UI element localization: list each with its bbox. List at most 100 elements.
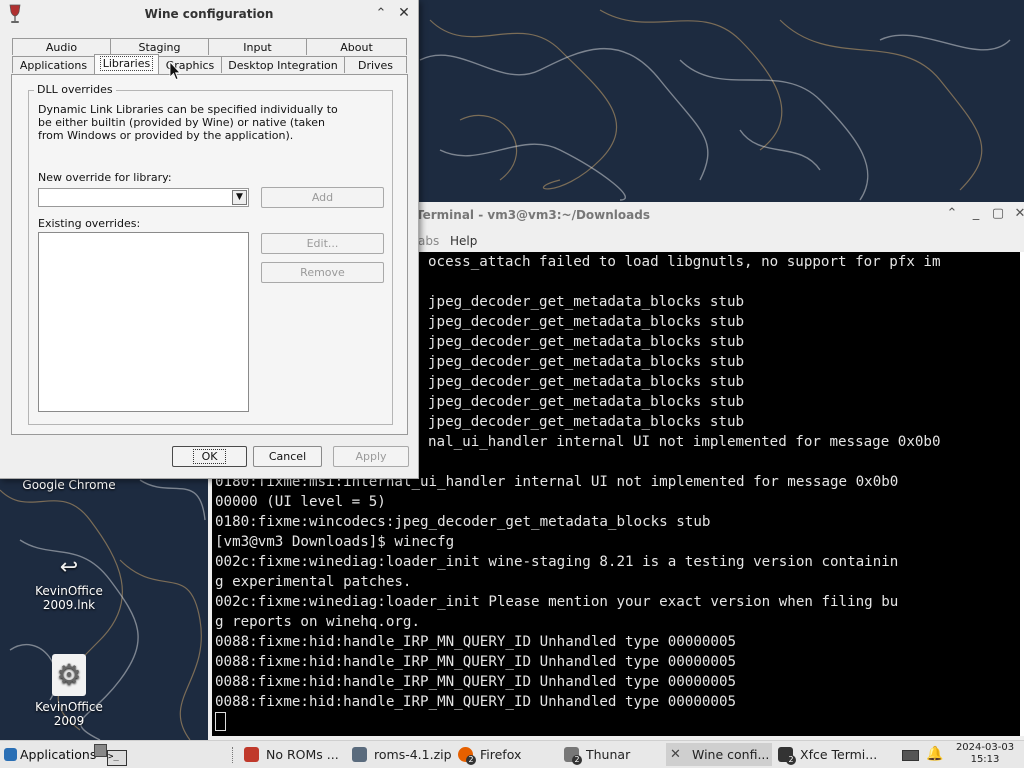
terminal-line: g experimental patches. bbox=[215, 574, 412, 590]
terminal-line: [vm3@vm3 Downloads]$ winecfg bbox=[215, 534, 455, 550]
terminal-line: g reports on winehq.org. bbox=[215, 614, 420, 630]
tab-label: Staging bbox=[138, 41, 181, 54]
task-label: Xfce Termi... bbox=[800, 747, 878, 762]
tab-desktop-integration[interactable]: Desktop Integration bbox=[221, 56, 345, 73]
wine-config-window[interactable]: Wine configuration ⌃ ✕ Audio Staging Inp… bbox=[0, 0, 419, 479]
task-label: No ROMs ... bbox=[266, 747, 339, 762]
close-icon[interactable]: ✕ bbox=[396, 5, 412, 21]
battery-icon[interactable] bbox=[902, 750, 919, 761]
wine-titlebar[interactable]: Wine configuration ⌃ ✕ bbox=[0, 0, 418, 28]
tab-label: About bbox=[340, 41, 373, 54]
xfce-logo-icon bbox=[4, 748, 17, 761]
wine-window-title: Wine configuration bbox=[144, 7, 274, 21]
apply-button[interactable]: Apply bbox=[333, 446, 409, 467]
task-thunar[interactable]: 2 Thunar bbox=[560, 743, 662, 766]
terminal-line: 0088:fixme:hid:handle_IRP_MN_QUERY_ID Un… bbox=[215, 634, 737, 650]
library-combo[interactable]: ▼ bbox=[38, 188, 249, 207]
task-label: Thunar bbox=[586, 747, 631, 762]
clock-time: 15:13 bbox=[970, 754, 1000, 765]
desktop-icon-kevinoffice-lnk[interactable]: ↩ KevinOffice 2009.lnk bbox=[14, 555, 124, 613]
game-icon bbox=[244, 747, 259, 762]
existing-overrides-list[interactable] bbox=[38, 232, 249, 412]
remove-button[interactable]: Remove bbox=[261, 262, 384, 283]
desktop-icon-label: KevinOffice 2009 bbox=[35, 700, 103, 728]
terminal-line: 0088:fixme:hid:handle_IRP_MN_QUERY_ID Un… bbox=[215, 694, 737, 710]
ok-button[interactable]: OK bbox=[172, 446, 247, 467]
group-title: DLL overrides bbox=[34, 83, 116, 96]
cancel-button[interactable]: Cancel bbox=[253, 446, 322, 467]
task-firefox[interactable]: 2 Firefox bbox=[454, 743, 556, 766]
link-arrow-icon: ↩ bbox=[59, 555, 79, 580]
remove-button-label: Remove bbox=[300, 266, 345, 279]
minimize-icon[interactable]: _ bbox=[968, 206, 984, 222]
desktop-icon-label: Google Chrome bbox=[22, 478, 116, 492]
notification-bell-icon[interactable]: 🔔 bbox=[926, 745, 943, 763]
tab-label: Audio bbox=[45, 41, 78, 54]
chevron-down-icon[interactable]: ▼ bbox=[232, 190, 247, 205]
edit-button-label: Edit... bbox=[306, 237, 339, 250]
terminal-line: 0088:fixme:hid:handle_IRP_MN_QUERY_ID Un… bbox=[215, 674, 737, 690]
new-override-label: New override for library: bbox=[38, 171, 172, 184]
menu-help[interactable]: Help bbox=[450, 234, 477, 248]
window-count-badge: 2 bbox=[786, 755, 796, 765]
gear-icon: ⚙ bbox=[52, 654, 86, 696]
shade-icon[interactable]: ⌃ bbox=[944, 206, 960, 222]
tab-applications[interactable]: Applications bbox=[12, 56, 95, 73]
applications-label: Applications bbox=[20, 747, 97, 762]
task-no-roms[interactable]: No ROMs ... bbox=[240, 743, 348, 766]
cancel-button-label: Cancel bbox=[268, 450, 307, 463]
wine-tools-icon: ✕ bbox=[670, 747, 681, 762]
terminal-scrollbar[interactable] bbox=[1020, 252, 1024, 736]
task-xfce-terminal[interactable]: 2 Xfce Termi... bbox=[774, 743, 884, 766]
existing-overrides-label: Existing overrides: bbox=[38, 217, 141, 230]
terminal-launcher-icon[interactable]: >_ bbox=[107, 750, 127, 766]
terminal-line bbox=[215, 712, 941, 734]
task-wine-config[interactable]: ✕ Wine confi... bbox=[666, 743, 772, 766]
terminal-line: 0180:fixme:wincodecs:jpeg_decoder_get_me… bbox=[215, 514, 711, 530]
desktop-icon-kevinoffice[interactable]: ⚙ KevinOffice 2009 bbox=[14, 654, 124, 728]
shade-icon[interactable]: ⌃ bbox=[373, 6, 389, 22]
taskbar-separator bbox=[232, 747, 235, 763]
terminal-line: 002c:fixme:winediag:loader_init Please m… bbox=[215, 594, 899, 610]
tab-libraries[interactable]: Libraries bbox=[94, 54, 159, 74]
window-count-badge: 2 bbox=[466, 755, 476, 765]
tab-audio[interactable]: Audio bbox=[12, 38, 111, 55]
tab-label: Drives bbox=[357, 59, 394, 72]
tab-drives[interactable]: Drives bbox=[344, 56, 407, 73]
task-label: Firefox bbox=[480, 747, 522, 762]
archive-icon bbox=[352, 747, 367, 762]
clock-date: 2024-03-03 bbox=[955, 742, 1015, 753]
edit-button[interactable]: Edit... bbox=[261, 233, 384, 254]
show-desktop-icon[interactable] bbox=[94, 744, 107, 757]
tab-about[interactable]: About bbox=[306, 38, 407, 55]
tab-staging[interactable]: Staging bbox=[110, 38, 209, 55]
tab-label: Desktop Integration bbox=[228, 59, 338, 72]
maximize-icon[interactable]: ▢ bbox=[990, 206, 1006, 222]
terminal-cursor bbox=[215, 712, 226, 731]
terminal-line: 0088:fixme:hid:handle_IRP_MN_QUERY_ID Un… bbox=[215, 654, 737, 670]
close-icon[interactable]: ✕ bbox=[1012, 206, 1024, 222]
tab-label: Applications bbox=[19, 59, 88, 72]
tab-graphics[interactable]: Graphics bbox=[158, 56, 222, 73]
menu-tabs[interactable]: abs bbox=[418, 234, 439, 248]
desktop-icon-google-chrome[interactable]: Google Chrome bbox=[14, 478, 124, 492]
task-roms-zip[interactable]: roms-4.1.zip bbox=[348, 743, 452, 766]
tab-label: Input bbox=[243, 41, 272, 54]
add-button-label: Add bbox=[311, 191, 334, 204]
task-label: roms-4.1.zip bbox=[374, 747, 452, 762]
terminal-line: 002c:fixme:winediag:loader_init wine-sta… bbox=[215, 554, 899, 570]
clock[interactable]: 2024-03-03 15:13 bbox=[950, 742, 1020, 766]
window-count-badge: 2 bbox=[572, 755, 582, 765]
apply-button-label: Apply bbox=[355, 450, 387, 463]
dll-description: Dynamic Link Libraries can be specified … bbox=[38, 103, 338, 142]
ok-button-label: OK bbox=[192, 449, 227, 464]
add-button[interactable]: Add bbox=[261, 187, 384, 208]
tab-label: Libraries bbox=[99, 56, 154, 71]
taskbar: Applications >_ No ROMs ... roms-4.1.zip… bbox=[0, 740, 1024, 768]
mouse-pointer-icon bbox=[169, 60, 181, 81]
tab-input[interactable]: Input bbox=[208, 38, 307, 55]
applications-menu-button[interactable]: Applications bbox=[2, 741, 96, 768]
task-label: Wine confi... bbox=[692, 747, 770, 762]
desktop-icon-label: KevinOffice 2009.lnk bbox=[35, 584, 103, 612]
terminal-line: 00000 (UI level = 5) bbox=[215, 494, 386, 510]
